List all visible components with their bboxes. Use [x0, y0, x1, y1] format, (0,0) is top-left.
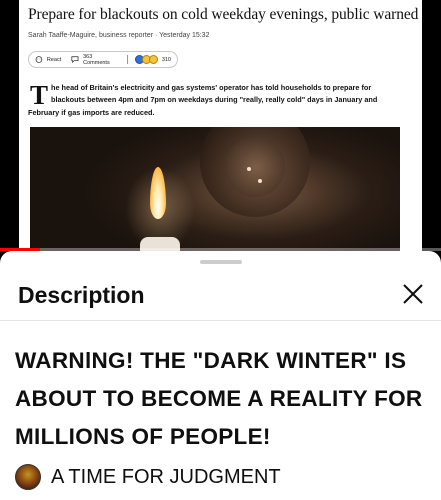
reaction-emoji-icon: [134, 55, 158, 64]
actions-separator: [126, 55, 128, 64]
article-headline: Prepare for blackouts on cold weekday ev…: [28, 6, 419, 23]
react-label: React: [46, 56, 62, 63]
close-icon[interactable]: [400, 281, 426, 307]
channel-row[interactable]: A TIME FOR JUDGMENT: [15, 464, 281, 490]
lede-dropcap: T: [30, 80, 49, 110]
sheet-divider: [0, 320, 441, 321]
react-icon: [35, 56, 43, 63]
channel-name[interactable]: A TIME FOR JUDGMENT: [51, 466, 281, 489]
filament-dot: [247, 167, 251, 171]
sheet-title: Description: [18, 282, 145, 308]
channel-avatar[interactable]: [15, 464, 41, 490]
drag-handle[interactable]: [200, 260, 242, 264]
filament-dot: [258, 179, 262, 183]
article-actions-bar: React 363 Comments 310: [28, 51, 178, 68]
article-byline: Sarah Taaffe-Maguire, business reporter …: [28, 32, 210, 39]
light-bulb-glare: [225, 137, 285, 197]
reactions-count: 310: [161, 56, 171, 63]
article-screenshot: Prepare for blackouts on cold weekday ev…: [19, 0, 422, 252]
article-lede: T he head of Britain's electricity and g…: [28, 82, 403, 119]
video-description: WARNlNG! THE "DARK WINTER" IS ABOUT TO B…: [15, 348, 423, 449]
comment-icon: [71, 56, 79, 63]
description-sheet: Description WARNlNG! THE "DARK WINTER" I…: [0, 251, 441, 500]
candle-photo: [30, 127, 400, 252]
lede-text: he head of Britain's electricity and gas…: [28, 83, 378, 117]
video-player[interactable]: Prepare for blackouts on cold weekday ev…: [0, 0, 441, 252]
comments-label: 363 Comments: [83, 53, 110, 66]
